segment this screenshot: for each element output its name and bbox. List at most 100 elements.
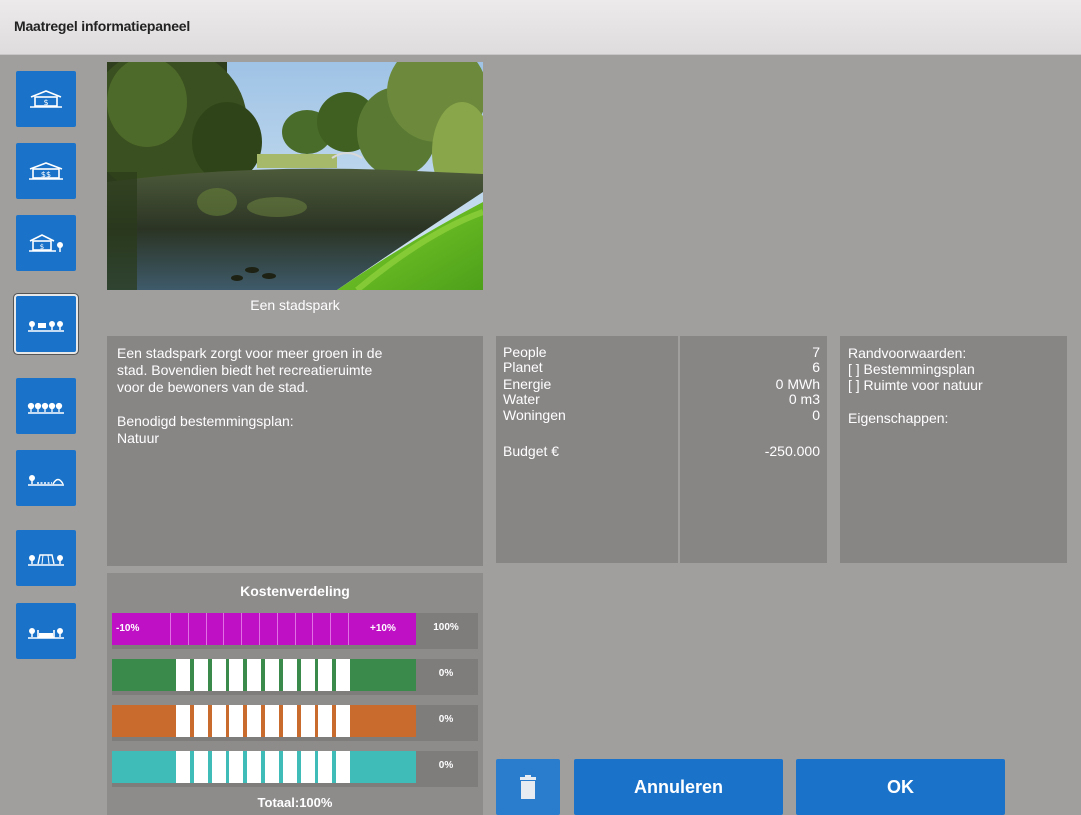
cost-cell-divider xyxy=(276,613,278,645)
cost-cell-divider xyxy=(223,613,225,645)
cost-cell xyxy=(282,751,297,783)
cost-cell xyxy=(300,705,315,737)
cost-cell-divider xyxy=(312,613,314,645)
trees-shelter-icon xyxy=(28,554,64,566)
cost-cell xyxy=(193,751,208,783)
cost-row-1[interactable]: -10% +10% 100% xyxy=(112,613,478,649)
conditions-title: Randvoorwaarden: xyxy=(848,345,967,361)
cost-cell xyxy=(300,659,315,691)
title-bar: Maatregel informatiepaneel xyxy=(0,0,1081,55)
stat-value-woningen: 0 xyxy=(812,407,820,423)
condition-item-ruimte-natuur: [ ] Ruimte voor natuur xyxy=(848,377,983,393)
cost-cell xyxy=(336,659,351,691)
description-line: Een stadspark zorgt voor meer groen in d… xyxy=(117,345,383,361)
cost-cell xyxy=(265,659,279,691)
tree-bridge-icon xyxy=(28,475,64,486)
stat-value-planet: 6 xyxy=(812,359,820,375)
stat-value-people: 7 xyxy=(812,344,820,360)
cost-cell xyxy=(265,751,279,783)
cost-bar-track xyxy=(112,705,416,737)
stats-labels-panel: People Planet Energie Water Woningen Bud… xyxy=(496,336,678,563)
cost-cell xyxy=(229,659,244,691)
stat-label-people: People xyxy=(503,344,547,360)
zoning-label: Benodigd bestemmingsplan: xyxy=(117,413,294,429)
image-caption: Een stadspark xyxy=(250,297,340,313)
cost-row-2[interactable]: 0% xyxy=(112,659,478,695)
cost-min-label: -10% xyxy=(116,623,140,634)
stat-label-energie: Energie xyxy=(503,376,552,392)
cost-cell-divider xyxy=(330,613,332,645)
sidebar-item-trees-shelter[interactable] xyxy=(16,530,76,586)
cost-cell-divider xyxy=(187,613,189,645)
cost-cell xyxy=(318,705,333,737)
cost-cell xyxy=(193,659,208,691)
stat-value-water: 0 m3 xyxy=(788,391,820,407)
cost-distribution-title: Kostenverdeling xyxy=(240,583,350,599)
cost-cell xyxy=(247,705,262,737)
sidebar-item-tree-bridge[interactable] xyxy=(16,450,76,506)
trees-fence-icon xyxy=(28,321,64,332)
sidebar-item-trees-pond[interactable] xyxy=(16,603,76,659)
cost-row-3[interactable]: 0% xyxy=(112,705,478,741)
properties-label: Eigenschappen: xyxy=(848,410,949,426)
cancel-button[interactable]: Annuleren xyxy=(574,759,783,815)
cost-cell xyxy=(176,705,190,737)
cost-cell-divider xyxy=(205,613,207,645)
cost-percent: 0% xyxy=(438,760,454,771)
measure-image xyxy=(107,62,483,290)
cost-distribution-panel: Kostenverdeling -10% +10% 100% 0% 0% 0% … xyxy=(107,573,483,815)
sidebar-item-house-double-dollar[interactable]: $$ xyxy=(16,143,76,199)
condition-item-bestemmingsplan: [ ] Bestemmingsplan xyxy=(848,361,975,377)
row-of-trees-icon xyxy=(27,402,64,414)
cost-cell xyxy=(211,705,226,737)
cost-cell xyxy=(176,751,190,783)
cost-cell xyxy=(229,705,244,737)
cost-percent: 0% xyxy=(438,714,454,725)
cost-row-4[interactable]: 0% xyxy=(112,751,478,787)
stat-value-budget: -250.000 xyxy=(764,443,820,459)
cost-max-label: +10% xyxy=(370,623,396,634)
delete-button[interactable] xyxy=(496,759,560,815)
cost-cell xyxy=(336,751,351,783)
cost-total: Totaal:100% xyxy=(257,795,333,810)
sidebar-item-row-of-trees[interactable] xyxy=(16,378,76,434)
house-dollar-icon: $ xyxy=(30,90,62,108)
trees-pond-icon xyxy=(28,628,64,639)
cost-cell xyxy=(318,659,333,691)
stat-label-planet: Planet xyxy=(503,359,543,375)
house-dollar-tree-icon: $ xyxy=(29,234,63,252)
cost-cell xyxy=(318,751,333,783)
ok-button[interactable]: OK xyxy=(796,759,1005,815)
cost-cell xyxy=(282,705,297,737)
cost-cell-divider xyxy=(294,613,296,645)
cost-cell-divider xyxy=(348,613,349,645)
trash-icon xyxy=(520,775,536,799)
cost-cell xyxy=(247,751,262,783)
description-line: voor de bewoners van de stad. xyxy=(117,379,309,395)
cost-cell xyxy=(282,659,297,691)
cost-percent: 0% xyxy=(438,668,454,679)
sidebar-item-trees-fence[interactable] xyxy=(16,296,76,352)
cost-cell-divider xyxy=(170,613,171,645)
sidebar-item-house-dollar-tree[interactable]: $ xyxy=(16,215,76,271)
conditions-panel: Randvoorwaarden: [ ] Bestemmingsplan [ ]… xyxy=(840,336,1067,563)
svg-text:$: $ xyxy=(43,98,48,107)
cost-cell xyxy=(336,705,351,737)
cost-cell xyxy=(193,705,208,737)
window-title: Maatregel informatiepaneel xyxy=(14,18,191,34)
cost-cell xyxy=(247,659,262,691)
stat-label-water: Water xyxy=(503,391,540,407)
cost-cell xyxy=(211,751,226,783)
cost-cell xyxy=(229,751,244,783)
description-line: stad. Bovendien biedt het recreatieruimt… xyxy=(117,362,373,378)
cost-cell xyxy=(211,659,226,691)
svg-text:$$: $$ xyxy=(41,170,51,179)
sidebar-item-house-dollar[interactable]: $ xyxy=(16,71,76,127)
cost-cell-divider xyxy=(241,613,243,645)
zoning-value: Natuur xyxy=(117,430,160,446)
description-panel: Een stadspark zorgt voor meer groen in d… xyxy=(107,336,483,566)
svg-text:$: $ xyxy=(40,243,44,251)
stat-label-woningen: Woningen xyxy=(503,407,566,423)
cost-cell xyxy=(265,705,279,737)
house-double-dollar-icon: $$ xyxy=(29,162,63,180)
